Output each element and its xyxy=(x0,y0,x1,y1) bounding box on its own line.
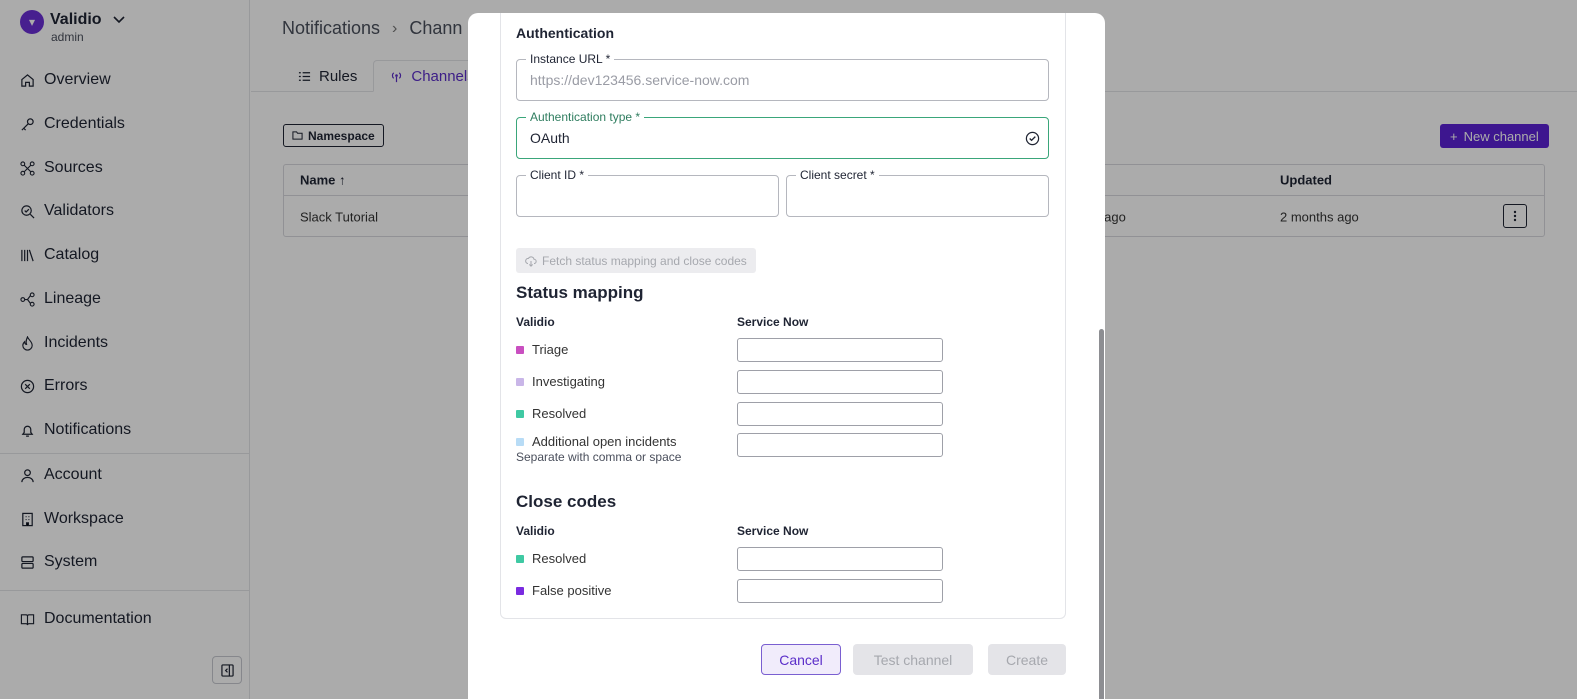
modal-scrollbar[interactable] xyxy=(1099,329,1104,699)
close-color-swatch xyxy=(516,554,524,563)
client-id-label: Client ID * xyxy=(526,167,589,183)
status-label: Resolved xyxy=(532,406,587,421)
status-color-swatch xyxy=(516,377,524,386)
status-label: Triage xyxy=(532,342,569,357)
close-row-resolved: Resolved xyxy=(516,551,586,566)
instance-url-field[interactable]: Instance URL * https://dev123456.service… xyxy=(516,51,1049,101)
status-input-investigating[interactable] xyxy=(737,370,943,394)
close-row-false-positive: False positive xyxy=(516,583,611,598)
close-label: False positive xyxy=(532,583,612,598)
status-input-triage[interactable] xyxy=(737,338,943,362)
status-color-swatch xyxy=(516,409,524,418)
status-row-investigating: Investigating xyxy=(516,374,605,389)
client-secret-label: Client secret * xyxy=(796,167,879,183)
status-row-additional-open: Additional open incidents xyxy=(516,434,677,449)
fetch-button-label: Fetch status mapping and close codes xyxy=(542,253,747,268)
auth-section-title: Authentication xyxy=(516,25,614,41)
new-channel-modal: Authentication Instance URL * https://de… xyxy=(468,13,1105,699)
status-row-triage: Triage xyxy=(516,342,568,357)
status-row-resolved: Resolved xyxy=(516,406,586,421)
cancel-button[interactable]: Cancel xyxy=(761,644,841,675)
cloud-download-icon xyxy=(525,255,537,267)
create-button[interactable]: Create xyxy=(988,644,1066,675)
close-input-false-positive[interactable] xyxy=(737,579,943,603)
close-label: Resolved xyxy=(532,551,587,566)
instance-url-placeholder: https://dev123456.service-now.com xyxy=(530,72,750,88)
status-help-text: Separate with comma or space xyxy=(516,450,682,464)
close-col-validio: Validio xyxy=(516,524,555,538)
status-label: Additional open incidents xyxy=(532,434,677,449)
client-secret-field[interactable]: Client secret * xyxy=(786,167,1049,217)
close-codes-title: Close codes xyxy=(516,492,617,511)
close-color-swatch xyxy=(516,586,524,595)
status-mapping-title: Status mapping xyxy=(516,283,644,302)
auth-type-label: Authentication type * xyxy=(526,109,645,125)
status-col-validio: Validio xyxy=(516,315,555,329)
status-label: Investigating xyxy=(532,374,605,389)
auth-type-select[interactable]: Authentication type * OAuth xyxy=(516,109,1049,159)
status-color-swatch xyxy=(516,345,524,354)
test-channel-button[interactable]: Test channel xyxy=(853,644,973,675)
close-input-resolved[interactable] xyxy=(737,547,943,571)
auth-type-value: OAuth xyxy=(530,130,570,146)
status-input-resolved[interactable] xyxy=(737,402,943,426)
status-col-servicenow: Service Now xyxy=(737,315,809,329)
client-id-field[interactable]: Client ID * xyxy=(516,167,779,217)
instance-url-label: Instance URL * xyxy=(526,51,615,67)
close-col-servicenow: Service Now xyxy=(737,524,809,538)
status-input-additional-open[interactable] xyxy=(737,433,943,457)
fetch-status-mapping-button[interactable]: Fetch status mapping and close codes xyxy=(516,248,756,273)
check-circle-icon xyxy=(1025,131,1040,146)
status-color-swatch xyxy=(516,437,524,446)
